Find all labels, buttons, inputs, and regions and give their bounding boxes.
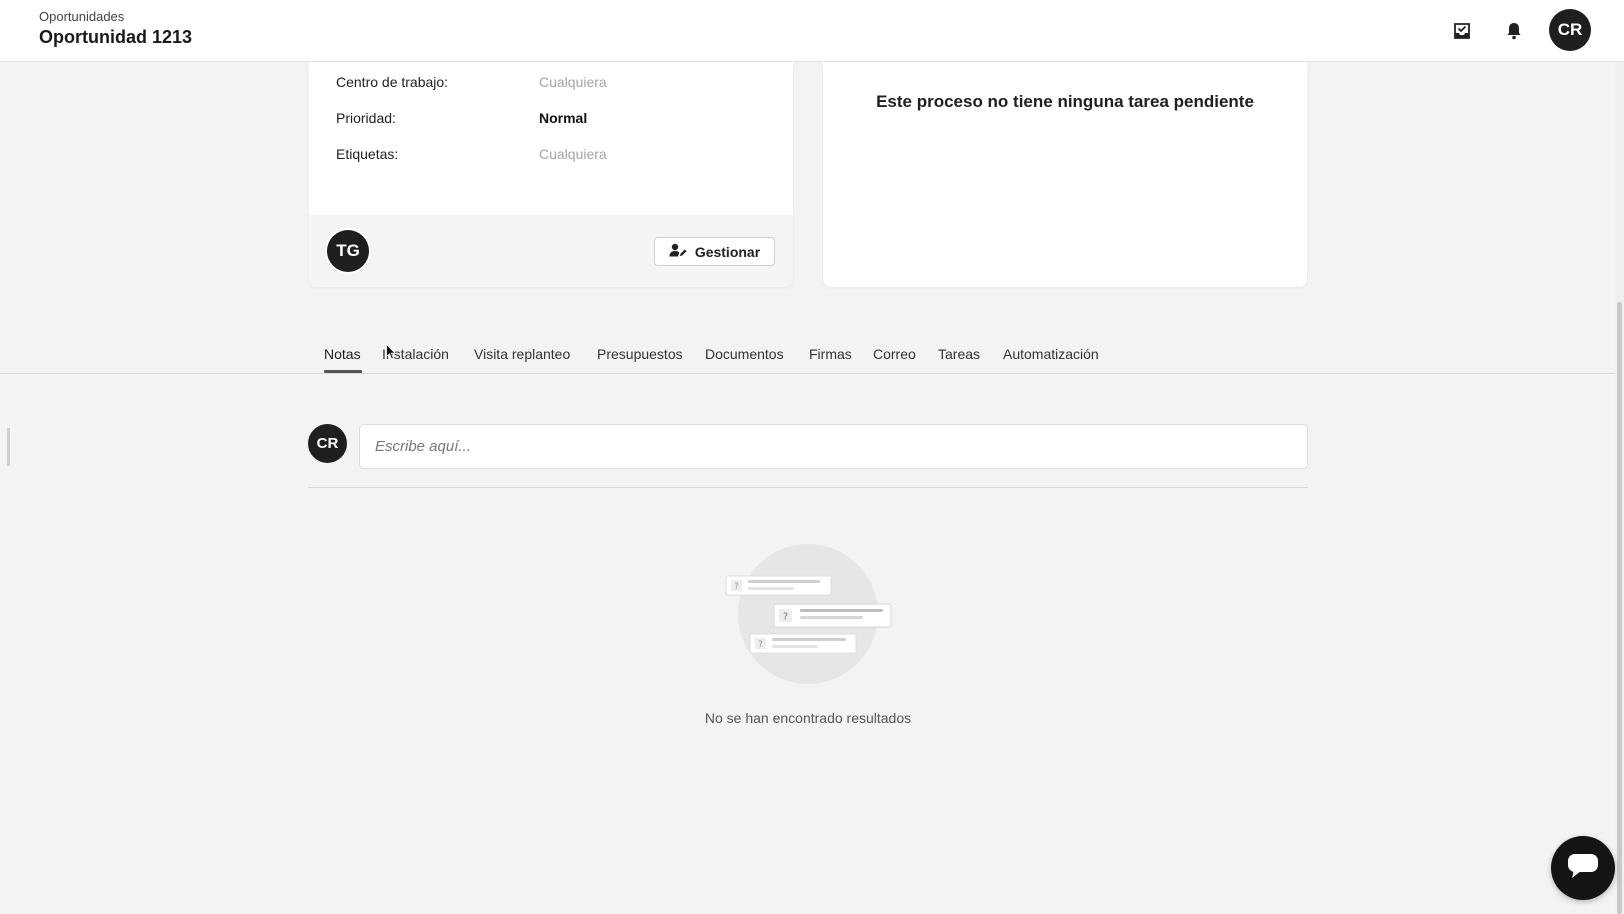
- note-author-avatar: CR: [308, 424, 347, 463]
- tab-automatizacion[interactable]: Automatización: [1003, 346, 1099, 362]
- field-label: Centro de trabajo:: [336, 74, 449, 90]
- manage-button[interactable]: Gestionar: [654, 237, 775, 266]
- tabs-bar: Notas Instalación Visita replanteo Presu…: [0, 340, 1615, 374]
- bell-icon[interactable]: [1503, 20, 1525, 42]
- scrollbar-thumb[interactable]: [1617, 302, 1622, 914]
- svg-text:?: ?: [783, 612, 788, 623]
- no-results-message: No se han encontrado resultados: [704, 710, 912, 726]
- pending-tasks-card: Este proceso no tiene ninguna tarea pend…: [823, 62, 1307, 287]
- svg-text:?: ?: [758, 640, 763, 650]
- field-value: Cualquiera: [539, 146, 607, 162]
- sidebar-handle[interactable]: [7, 428, 10, 466]
- field-priority: Prioridad: Normal: [336, 110, 587, 126]
- empty-notes-illustration-icon: ? ? ?: [724, 542, 894, 688]
- no-tasks-message: Este proceso no tiene ninguna tarea pend…: [876, 92, 1254, 111]
- tab-correo[interactable]: Correo: [873, 346, 916, 362]
- tab-tareas[interactable]: Tareas: [938, 346, 980, 362]
- tab-notas[interactable]: Notas: [324, 346, 361, 362]
- card-footer: TG Gestionar: [309, 215, 793, 287]
- field-label: Prioridad:: [336, 110, 396, 126]
- opportunity-info-card: Centro de trabajo: Cualquiera Prioridad:…: [309, 62, 793, 287]
- user-avatar[interactable]: CR: [1549, 9, 1591, 51]
- inbox-check-icon[interactable]: [1451, 20, 1473, 42]
- field-label: Etiquetas:: [336, 146, 399, 162]
- mouse-cursor-icon: [386, 343, 397, 360]
- field-value: Cualquiera: [539, 74, 607, 90]
- breadcrumb[interactable]: Oportunidades: [39, 9, 124, 24]
- notes-divider: [308, 487, 1308, 488]
- active-tab-indicator: [324, 370, 362, 373]
- top-header: Oportunidades Oportunidad 1213 CR: [0, 0, 1624, 62]
- user-edit-icon: [669, 243, 687, 260]
- tab-firmas[interactable]: Firmas: [809, 346, 852, 362]
- field-value: Normal: [539, 110, 588, 126]
- manage-button-label: Gestionar: [694, 243, 761, 260]
- field-tags: Etiquetas: Cualquiera: [336, 146, 607, 162]
- chat-bubble-icon: [1567, 852, 1599, 885]
- field-work-center: Centro de trabajo: Cualquiera: [336, 74, 607, 90]
- tab-presupuestos[interactable]: Presupuestos: [597, 346, 683, 362]
- svg-text:?: ?: [734, 582, 739, 592]
- chat-launcher-button[interactable]: [1551, 836, 1615, 900]
- tab-visita-replanteo[interactable]: Visita replanteo: [474, 346, 570, 362]
- note-input[interactable]: [359, 424, 1308, 469]
- tab-documentos[interactable]: Documentos: [705, 346, 784, 362]
- assignee-avatar[interactable]: TG: [327, 230, 369, 272]
- page-title: Oportunidad 1213: [39, 27, 193, 47]
